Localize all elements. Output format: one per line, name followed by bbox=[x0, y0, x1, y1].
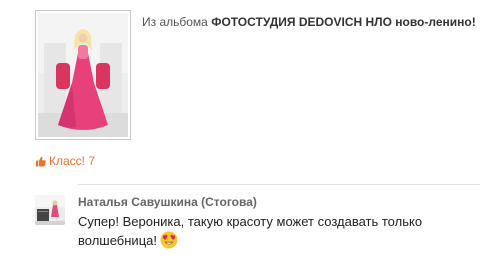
photo-image bbox=[38, 13, 128, 137]
klass-button[interactable]: Класс! 7 bbox=[36, 154, 95, 168]
comment-text: Супер! Вероника, такую красоту может соз… bbox=[78, 213, 468, 254]
comment-body: Супер! Вероника, такую красоту может соз… bbox=[78, 214, 423, 248]
album-photo-thumbnail[interactable] bbox=[35, 10, 131, 140]
klass-label: Класс! 7 bbox=[49, 154, 96, 168]
album-caption: Из альбома ФОТОСТУДИЯ DEDOVICH НЛО ново-… bbox=[142, 15, 476, 29]
divider bbox=[78, 184, 480, 185]
heart-eyes-emoji-icon bbox=[160, 231, 178, 254]
thumbs-up-icon bbox=[36, 156, 46, 167]
album-prefix: Из альбома bbox=[142, 15, 212, 29]
comment-author-link[interactable]: Наталья Савушкина (Стогова) bbox=[78, 195, 257, 209]
album-name-link[interactable]: ФОТОСТУДИЯ DEDOVICH НЛО ново-ленино! bbox=[211, 15, 476, 29]
avatar[interactable] bbox=[35, 195, 65, 225]
